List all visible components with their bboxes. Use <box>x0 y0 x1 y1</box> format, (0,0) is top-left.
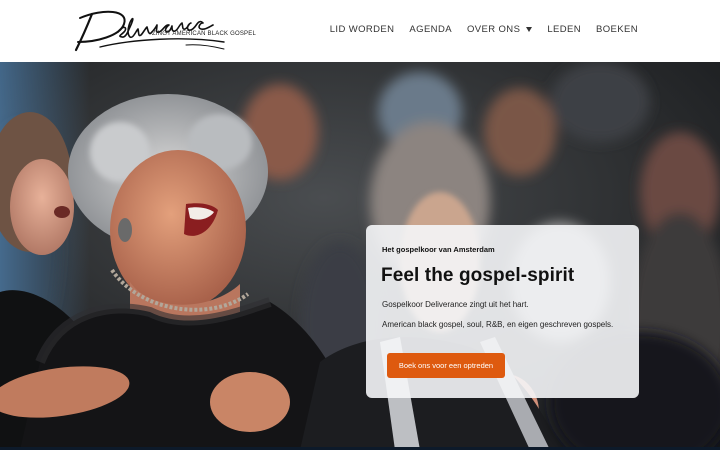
hero-description-1: Gospelkoor Deliverance zingt uit het har… <box>382 300 529 309</box>
deliverance-logo[interactable]: ZINGT AMERICAN BLACK GOSPEL <box>74 6 256 56</box>
nav-lid-worden[interactable]: LID WORDEN <box>330 24 395 35</box>
nav-leden[interactable]: LEDEN <box>547 24 581 35</box>
main-navigation: LID WORDEN AGENDA OVER ONS LEDEN BOEKEN <box>330 24 638 35</box>
nav-agenda[interactable]: AGENDA <box>409 24 452 35</box>
nav-over-ons-label: OVER ONS <box>466 24 521 35</box>
hero-eyebrow: Het gospelkoor van Amsterdam <box>382 245 495 254</box>
nav-boeken[interactable]: BOEKEN <box>596 24 638 35</box>
site-header: ZINGT AMERICAN BLACK GOSPEL LID WORDEN A… <box>0 0 720 62</box>
hero-card: Het gospelkoor van Amsterdam Feel the go… <box>366 225 639 398</box>
logo-tagline: ZINGT AMERICAN BLACK GOSPEL <box>152 31 256 37</box>
hero-title: Feel the gospel-spirit <box>381 265 575 286</box>
chevron-down-icon[interactable] <box>526 27 533 32</box>
hero-description-2: American black gospel, soul, R&B, en eig… <box>382 320 614 329</box>
nav-over-ons[interactable]: OVER ONS <box>466 24 533 35</box>
book-performance-button[interactable]: Boek ons voor een optreden <box>387 353 505 378</box>
hero-section: Het gospelkoor van Amsterdam Feel the go… <box>0 62 720 450</box>
